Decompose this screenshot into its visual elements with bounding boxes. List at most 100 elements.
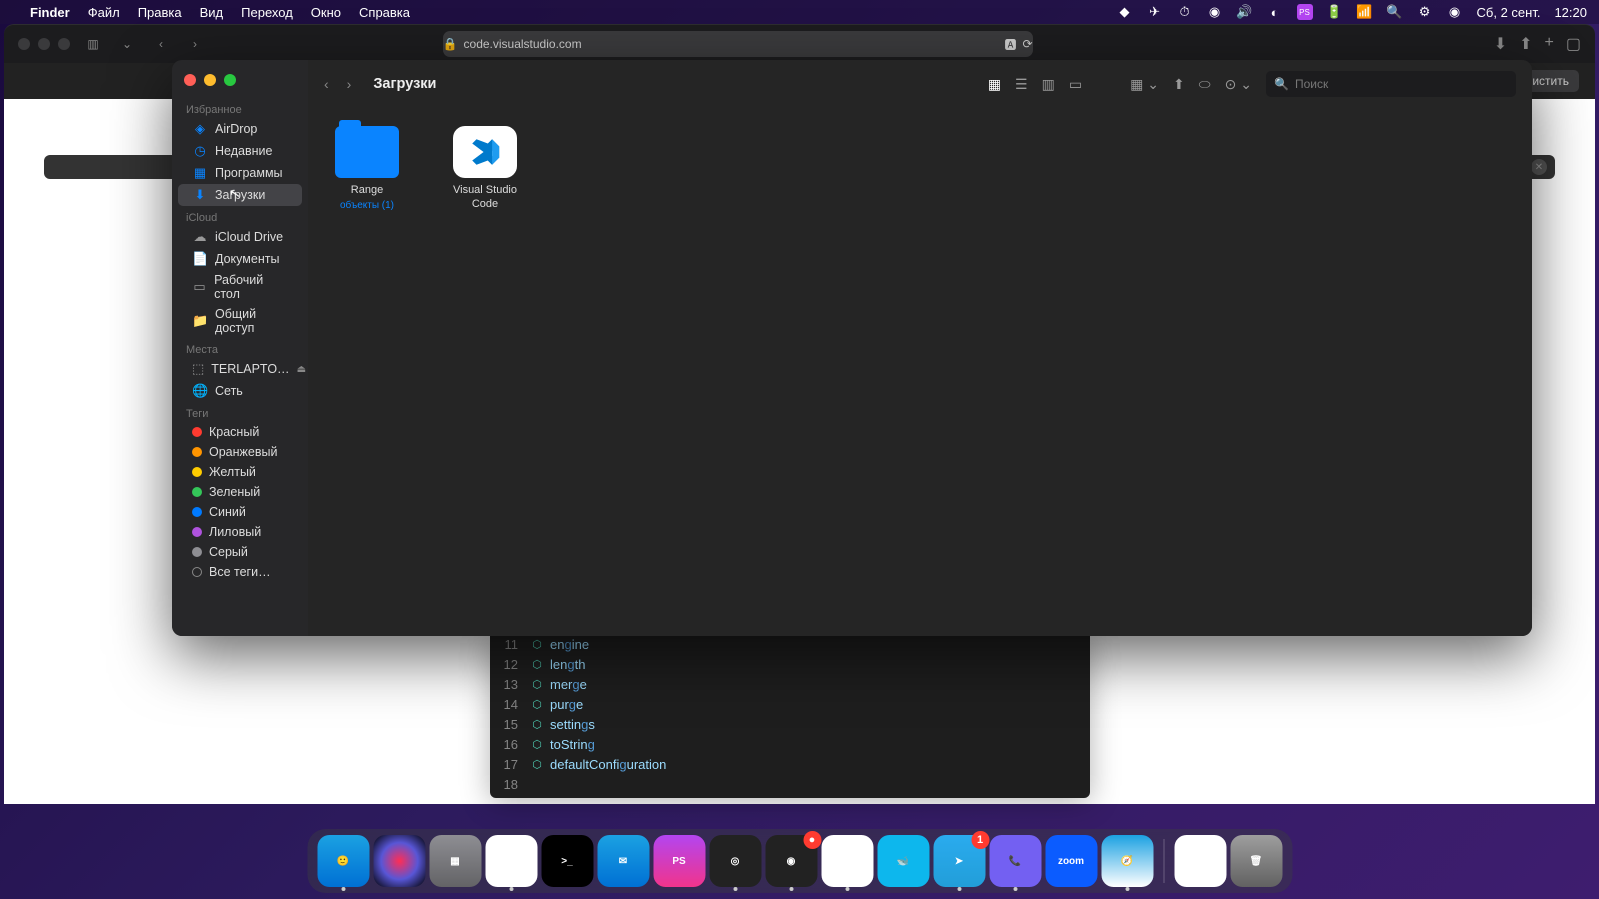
dock-viber[interactable]: 📞 (989, 835, 1041, 887)
fullscreen-button[interactable] (224, 74, 236, 86)
tabs-icon[interactable]: ▢ (1566, 34, 1581, 54)
search-field[interactable]: 🔍 Поиск (1266, 71, 1516, 97)
forward-icon[interactable]: › (184, 33, 206, 55)
file-item[interactable]: Visual Studio Code (446, 126, 524, 212)
dock-phpstorm[interactable]: PS (653, 835, 705, 887)
sidebar-item-label: iCloud Drive (215, 230, 283, 244)
sidebar-item[interactable]: 🌐Сеть (178, 380, 302, 402)
tag-dot-icon (192, 547, 202, 557)
menu-go[interactable]: Переход (241, 5, 293, 20)
dock-launchpad[interactable]: ▦ (429, 835, 481, 887)
safari-traffic-lights[interactable] (18, 38, 70, 50)
siri-icon[interactable]: ◉ (1447, 4, 1463, 20)
dock-safari[interactable]: 🧭 (1101, 835, 1153, 887)
app-name[interactable]: Finder (30, 5, 70, 20)
translate-icon[interactable]: 🅰 (1004, 36, 1016, 53)
minimize-button[interactable] (204, 74, 216, 86)
dock-siri[interactable] (373, 835, 425, 887)
menu-file[interactable]: Файл (88, 5, 120, 20)
dock-finder[interactable]: 🙂 (317, 835, 369, 887)
list-view-icon[interactable]: ☰ (1015, 76, 1028, 93)
share-icon[interactable]: ⬆ (1173, 76, 1185, 93)
gallery-view-icon[interactable]: ▭ (1069, 76, 1082, 93)
sidebar-item-label: Все теги… (209, 565, 271, 579)
dock-mail[interactable]: ✉ (597, 835, 649, 887)
sidebar-item[interactable]: ☁iCloud Drive (178, 226, 302, 248)
sidebar-item[interactable]: Оранжевый (178, 442, 302, 462)
dock-trash[interactable]: 🗑 (1230, 835, 1282, 887)
menu-window[interactable]: Окно (311, 5, 341, 20)
back-icon[interactable]: ‹ (324, 76, 329, 92)
dock-vscode[interactable]: ⟨⟩ (1174, 835, 1226, 887)
wifi-icon[interactable]: 📶 (1357, 4, 1373, 20)
group-icon[interactable]: ▦ ⌄ (1130, 76, 1159, 93)
reload-icon[interactable]: ⟳ (1023, 37, 1033, 51)
sidebar-item[interactable]: Серый (178, 542, 302, 562)
dock-slack[interactable]: ✱ (821, 835, 873, 887)
sidebar-item[interactable]: 📁Общий доступ (178, 304, 302, 338)
close-button[interactable] (184, 74, 196, 86)
sidebar-item-label: Серый (209, 545, 248, 559)
finder-title: Загрузки (373, 76, 436, 92)
dock-obs[interactable]: ◎ (709, 835, 761, 887)
code-line: 13⬡merge (490, 674, 1090, 694)
file-item[interactable]: Rangeобъекты (1) (328, 126, 406, 211)
back-icon[interactable]: ‹ (150, 33, 172, 55)
dock-chrome[interactable]: ◉ (485, 835, 537, 887)
volume-icon[interactable]: 🔊 (1237, 4, 1253, 20)
dock-zoom[interactable]: zoom (1045, 835, 1097, 887)
eject-icon[interactable]: ⏏ (297, 364, 306, 375)
dock-telegram[interactable]: ➤1 (933, 835, 985, 887)
dock-obs2[interactable]: ◉● (765, 835, 817, 887)
ps-icon[interactable]: PS (1297, 4, 1313, 20)
finder-traffic-lights[interactable] (172, 70, 308, 98)
dock-docker[interactable]: 🐋 (877, 835, 929, 887)
downloads-icon[interactable]: ⬇ (1494, 34, 1507, 54)
forward-icon[interactable]: › (347, 76, 352, 92)
column-view-icon[interactable]: ▥ (1042, 76, 1055, 93)
code-block: 11⬡engine12⬡length13⬡merge14⬡purge15⬡set… (490, 634, 1090, 798)
status-icon[interactable]: ✈ (1147, 4, 1163, 20)
sidebar-item[interactable]: Желтый (178, 462, 302, 482)
menubar-time[interactable]: 12:20 (1554, 5, 1587, 20)
menu-edit[interactable]: Правка (138, 5, 182, 20)
status-icon[interactable]: ◆ (1117, 4, 1133, 20)
more-icon[interactable]: ⊙ ⌄ (1225, 76, 1252, 93)
doc-icon: 📄 (192, 251, 208, 267)
address-bar[interactable]: 🔒 code.visualstudio.com 🅰 ⟳ (443, 31, 1033, 57)
spotlight-icon[interactable]: 🔍 (1387, 4, 1403, 20)
menu-help[interactable]: Справка (359, 5, 410, 20)
sidebar-item[interactable]: ◷Недавние (178, 140, 302, 162)
share-icon[interactable]: ⬆ (1519, 34, 1532, 54)
sidebar-item[interactable]: ⬇Загрузки (178, 184, 302, 206)
chevron-down-icon[interactable]: ⌄ (116, 33, 138, 55)
tag-icon[interactable]: ⬭ (1199, 76, 1211, 93)
battery-icon[interactable]: 🔋 (1327, 4, 1343, 20)
file-name: Range (328, 184, 406, 198)
control-center-icon[interactable]: ⚙ (1417, 4, 1433, 20)
close-icon[interactable]: ✕ (1531, 159, 1547, 175)
sidebar-item[interactable]: 📄 Документы (178, 248, 302, 270)
sidebar-item[interactable]: Лиловый (178, 522, 302, 542)
sidebar-item[interactable]: Красный (178, 422, 302, 442)
downloads-icon: ⬇ (192, 187, 208, 203)
sidebar-item[interactable]: ◈AirDrop (178, 118, 302, 140)
screen-icon[interactable]: ◐ (1267, 4, 1283, 20)
menubar-date[interactable]: Сб, 2 сент. (1477, 5, 1541, 20)
sidebar-item[interactable]: Синий (178, 502, 302, 522)
sidebar-item[interactable]: Все теги… (178, 562, 302, 582)
sidebar-item[interactable]: ⬚TERLAPTO…⏏ (178, 358, 302, 380)
menu-view[interactable]: Вид (200, 5, 224, 20)
sidebar-item[interactable]: ▦Программы (178, 162, 302, 184)
file-grid[interactable]: Rangeобъекты (1) Visual Studio Code (308, 108, 1532, 636)
status-icon[interactable]: ⏱ (1177, 4, 1193, 20)
dock-terminal[interactable]: >_ (541, 835, 593, 887)
sidebar-item[interactable]: Зеленый (178, 482, 302, 502)
clock-icon: ◷ (192, 143, 208, 159)
sidebar-toggle-icon[interactable]: ▥ (82, 33, 104, 55)
icon-view-icon[interactable]: ▦ (988, 76, 1001, 93)
viber-icon[interactable]: ◉ (1207, 4, 1223, 20)
new-tab-icon[interactable]: + (1545, 34, 1554, 54)
sidebar-item[interactable]: ▭Рабочий стол (178, 270, 302, 304)
sidebar-item-label: Документы (215, 252, 279, 266)
